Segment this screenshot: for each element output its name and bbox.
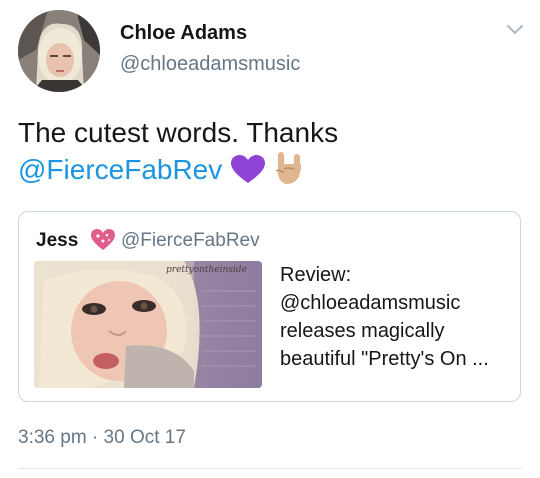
thumbnail-caption: prettyontheinside (166, 265, 247, 275)
tweet-text-line: The cutest words. Thanks (18, 117, 339, 148)
chevron-down-icon[interactable] (504, 22, 526, 38)
quoted-tweet-card[interactable]: Jess @FierceFabRev prettyontheinside Rev… (18, 211, 521, 402)
mention-link[interactable]: @FierceFabRev (18, 154, 222, 185)
purple-heart-icon (231, 155, 266, 183)
quoted-display-name: Jess (36, 230, 79, 251)
divider (18, 468, 522, 469)
avatar-image (18, 10, 100, 92)
quoted-thumbnail: prettyontheinside (34, 261, 262, 388)
avatar[interactable] (18, 10, 100, 92)
sparkling-heart-icon (91, 229, 115, 250)
quoted-text: Review: @chloeadamsmusic releases magica… (280, 264, 489, 370)
tweet-text: The cutest words. Thanks @FierceFabRev (18, 115, 523, 188)
tweet-timestamp[interactable]: 3:36 pm · 30 Oct 17 (18, 427, 186, 449)
author-handle[interactable]: @chloeadamsmusic (120, 53, 300, 76)
author-display-name[interactable]: Chloe Adams (120, 22, 247, 45)
quoted-handle: @FierceFabRev (121, 230, 260, 251)
artwork-image (34, 261, 262, 388)
rock-on-hand-icon (275, 152, 301, 184)
